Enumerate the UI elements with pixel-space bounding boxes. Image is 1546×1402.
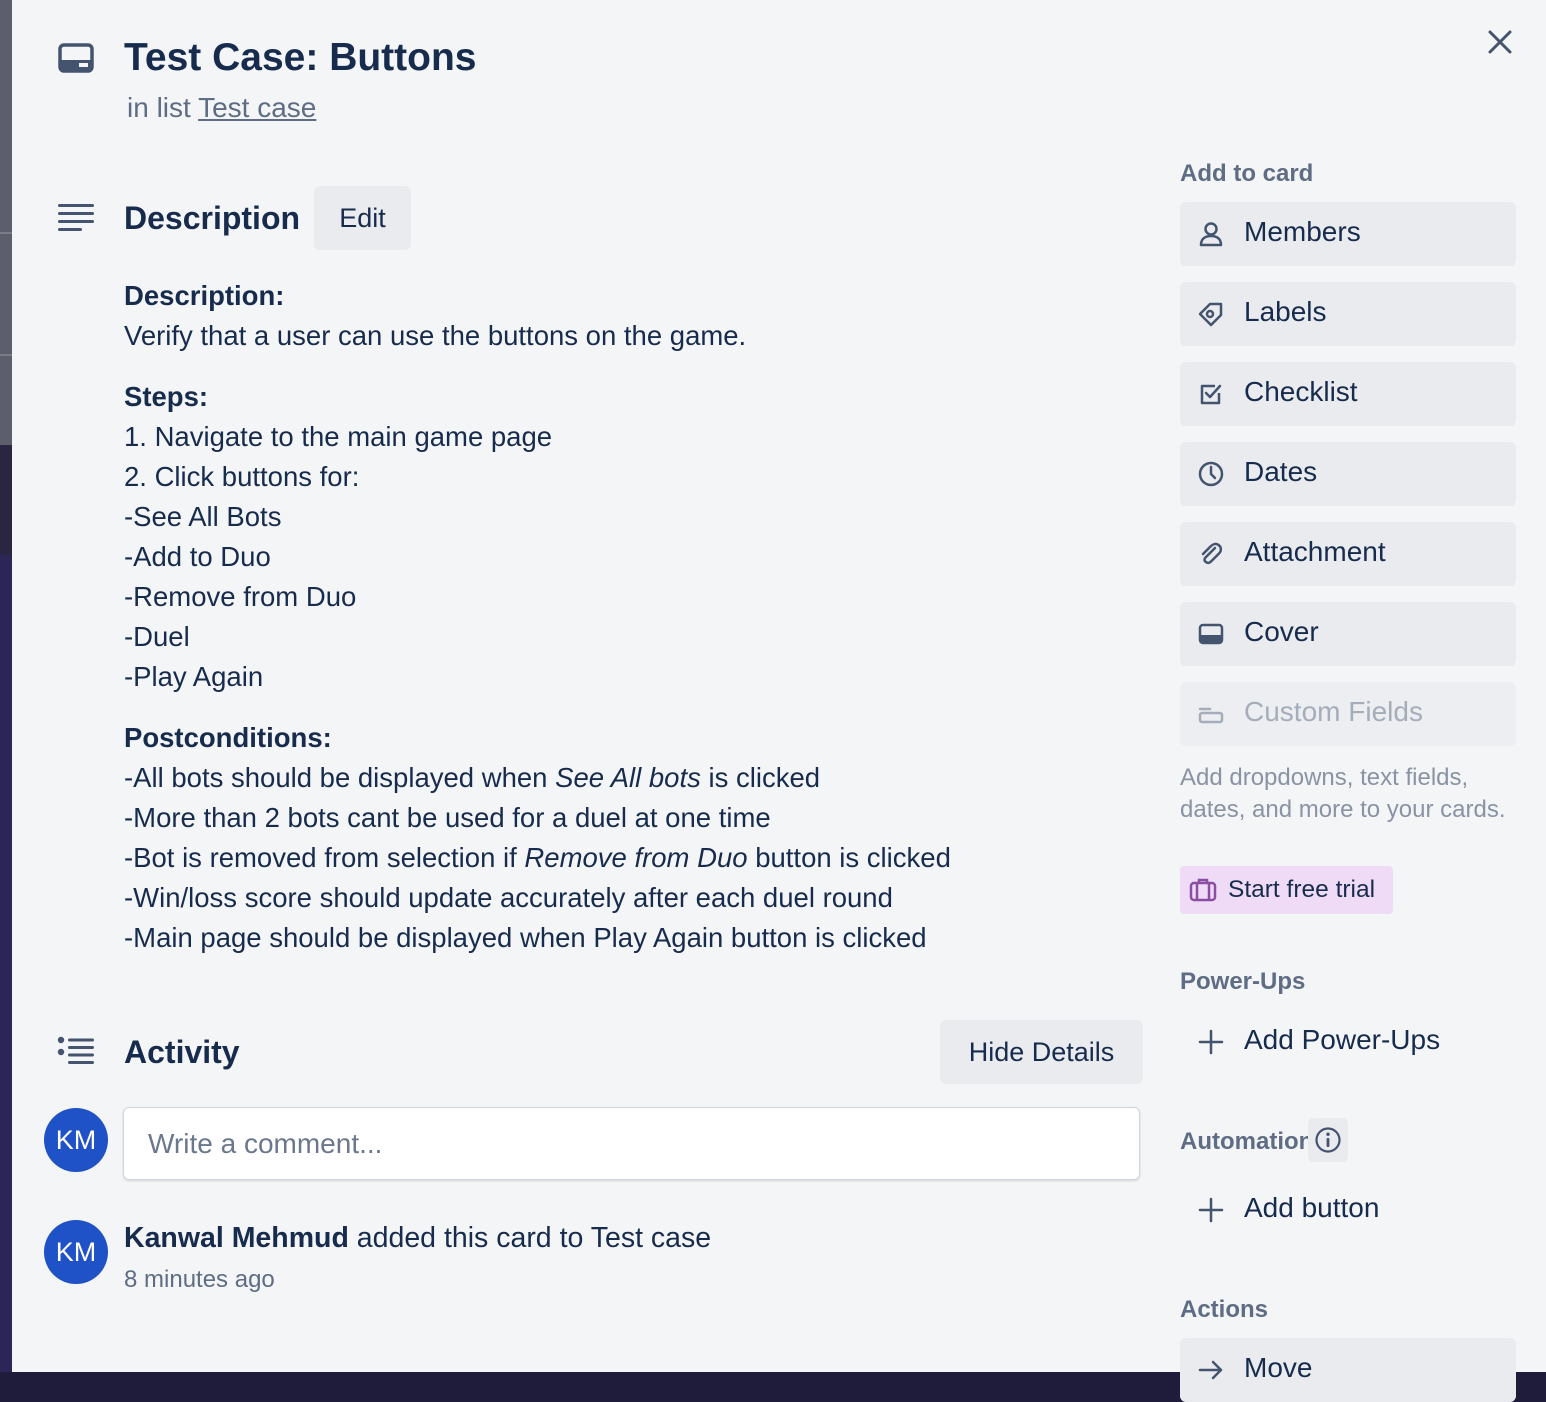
paperclip-icon — [1197, 540, 1225, 568]
plus-icon — [1197, 1028, 1225, 1056]
activity-timestamp[interactable]: 8 minutes ago — [124, 1266, 275, 1294]
checklist-button[interactable]: Checklist — [1180, 362, 1516, 426]
members-label: Members — [1244, 216, 1361, 247]
person-icon — [1197, 220, 1225, 248]
postcondition-line: -Main page should be displayed when Play… — [124, 922, 927, 953]
hide-details-button[interactable]: Hide Details — [940, 1020, 1143, 1084]
description-icon — [56, 200, 96, 236]
comment-input[interactable]: Write a comment... — [123, 1107, 1140, 1180]
section-label: Description: — [124, 280, 285, 311]
automation-heading: Automation — [1180, 1128, 1314, 1155]
postcondition-line: -Win/loss score should update accurately… — [124, 882, 893, 913]
postcondition-line: -Bot is removed from selection if Remove… — [124, 842, 951, 873]
avatar[interactable]: KM — [44, 1220, 108, 1284]
step-line: 2. Click buttons for: — [124, 461, 360, 492]
step-line: -Remove from Duo — [124, 581, 357, 612]
description-paragraph: Description: Verify that a user can use … — [124, 276, 1144, 356]
custom-fields-button[interactable]: Custom Fields — [1180, 682, 1516, 746]
card-title[interactable]: Test Case: Buttons — [124, 34, 477, 82]
attachment-button[interactable]: Attachment — [1180, 522, 1516, 586]
automation-info-button[interactable] — [1308, 1118, 1348, 1162]
labels-button[interactable]: Labels — [1180, 282, 1516, 346]
power-ups-heading: Power-Ups — [1180, 968, 1306, 995]
briefcase-icon — [1189, 876, 1217, 904]
cover-icon — [1197, 620, 1225, 648]
move-button[interactable]: Move — [1180, 1338, 1516, 1402]
cover-label: Cover — [1244, 616, 1319, 647]
step-line: 1. Navigate to the main game page — [124, 421, 553, 452]
edit-description-button[interactable]: Edit — [314, 186, 411, 250]
avatar[interactable]: KM — [44, 1108, 108, 1172]
postconditions-paragraph: Postconditions: -All bots should be disp… — [124, 718, 1144, 958]
label-tag-icon — [1197, 300, 1225, 328]
activity-user[interactable]: Kanwal Mehmud — [124, 1222, 349, 1254]
clock-icon — [1197, 460, 1225, 488]
attachment-label: Attachment — [1244, 536, 1386, 567]
card-detail-modal: Test Case: Buttons in list Test case Des… — [12, 0, 1546, 1402]
custom-fields-help-text: Add dropdowns, text fields, dates, and m… — [1180, 764, 1506, 823]
step-line: -Play Again — [124, 661, 264, 692]
activity-entry: Kanwal Mehmud added this card to Test ca… — [124, 1222, 711, 1255]
list-link[interactable]: Test case — [198, 92, 316, 123]
activity-action: added this card to Test case — [348, 1222, 712, 1254]
start-free-trial-label: Start free trial — [1228, 876, 1376, 903]
section-label: Steps: — [124, 381, 209, 412]
actions-heading: Actions — [1180, 1296, 1269, 1323]
start-free-trial-button[interactable]: Start free trial — [1180, 866, 1393, 914]
in-list-prefix: in list — [127, 92, 191, 123]
card-sidebar: Add to card Members Labels Checklist Dat… — [1180, 0, 1516, 1402]
description-body: Description: Verify that a user can use … — [124, 276, 1144, 979]
activity-icon — [56, 1034, 96, 1070]
arrow-right-icon — [1197, 1356, 1225, 1384]
step-line: -Add to Duo — [124, 541, 271, 572]
add-to-card-heading: Add to card — [1180, 160, 1314, 187]
step-line: -Duel — [124, 621, 190, 652]
info-icon — [1314, 1126, 1342, 1154]
labels-label: Labels — [1244, 296, 1327, 327]
add-power-ups-label: Add Power-Ups — [1244, 1024, 1441, 1055]
card-icon — [56, 40, 96, 76]
cover-button[interactable]: Cover — [1180, 602, 1516, 666]
plus-icon — [1197, 1196, 1225, 1224]
description-line: Verify that a user can use the buttons o… — [124, 320, 747, 351]
dates-label: Dates — [1244, 456, 1318, 487]
custom-field-icon — [1197, 700, 1225, 728]
step-line: -See All Bots — [124, 501, 282, 532]
members-button[interactable]: Members — [1180, 202, 1516, 266]
card-list-location: in list Test case — [127, 92, 316, 124]
postcondition-line: -More than 2 bots cant be used for a due… — [124, 802, 771, 833]
checkbox-icon — [1197, 380, 1225, 408]
add-power-ups-button[interactable]: Add Power-Ups — [1180, 1010, 1516, 1074]
dates-button[interactable]: Dates — [1180, 442, 1516, 506]
custom-fields-label: Custom Fields — [1244, 696, 1423, 727]
postcondition-line: -All bots should be displayed when See A… — [124, 762, 821, 793]
checklist-label: Checklist — [1244, 376, 1358, 407]
comment-placeholder: Write a comment... — [148, 1128, 383, 1159]
add-automation-button[interactable]: Add button — [1180, 1178, 1516, 1242]
description-heading: Description — [124, 200, 301, 236]
activity-heading: Activity — [124, 1034, 240, 1070]
section-label: Postconditions: — [124, 722, 332, 753]
move-label: Move — [1244, 1352, 1313, 1383]
steps-paragraph: Steps: 1. Navigate to the main game page… — [124, 377, 1144, 697]
board-backdrop — [0, 0, 12, 1372]
add-button-label: Add button — [1244, 1192, 1380, 1223]
